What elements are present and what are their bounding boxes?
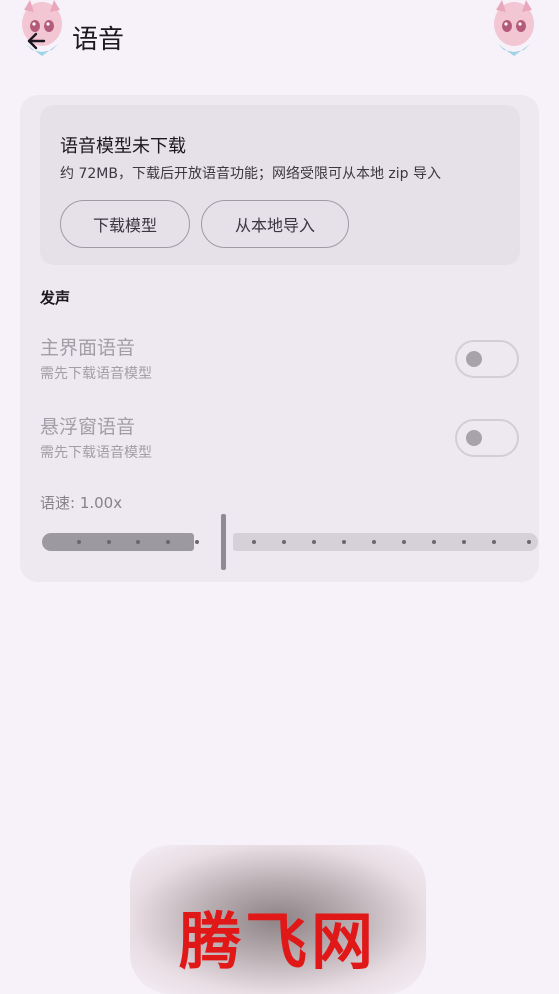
- section-label-voice: 发声: [40, 289, 71, 307]
- slider-tick-inactive: [527, 540, 531, 544]
- slider-tick-inactive: [372, 540, 376, 544]
- slider-tick-inactive: [282, 540, 286, 544]
- download-model-button[interactable]: 下载模型: [60, 200, 190, 248]
- slider-tick-active: [195, 540, 199, 544]
- main-voice-toggle[interactable]: [455, 340, 519, 378]
- page-title: 语音: [72, 25, 125, 55]
- model-download-panel: 语音模型未下载 约 72MB，下载后开放语音功能；网络受限可从本地 zip 导入…: [40, 105, 520, 265]
- model-status-description: 约 72MB，下载后开放语音功能；网络受限可从本地 zip 导入: [60, 166, 441, 182]
- slider-tick-inactive: [342, 540, 346, 544]
- slider-tick-active: [166, 540, 170, 544]
- setting-title: 主界面语音: [40, 337, 136, 359]
- slider-tick-inactive: [252, 540, 256, 544]
- slider-tick-inactive: [312, 540, 316, 544]
- slider-tick-inactive: [462, 540, 466, 544]
- import-local-button[interactable]: 从本地导入: [201, 200, 349, 248]
- slider-active-track: [42, 533, 194, 551]
- setting-title: 悬浮窗语音: [40, 416, 136, 438]
- slider-tick-inactive: [402, 540, 406, 544]
- speech-speed-slider[interactable]: [40, 513, 538, 573]
- arrow-left-icon: [27, 32, 46, 50]
- slider-thumb[interactable]: [221, 514, 226, 570]
- slider-tick-active: [136, 540, 140, 544]
- voice-settings-card: 语音模型未下载 约 72MB，下载后开放语音功能；网络受限可从本地 zip 导入…: [20, 95, 539, 582]
- setting-subtitle: 需先下载语音模型: [40, 366, 152, 382]
- site-watermark: 腾飞网: [130, 845, 426, 994]
- floating-voice-toggle[interactable]: [455, 419, 519, 457]
- toggle-knob: [466, 430, 482, 446]
- slider-tick-active: [77, 540, 81, 544]
- slider-tick-inactive: [492, 540, 496, 544]
- toggle-knob: [466, 351, 482, 367]
- speech-speed-label: 语速: 1.00x: [40, 494, 123, 512]
- model-status-title: 语音模型未下载: [60, 136, 186, 157]
- slider-tick-active: [107, 540, 111, 544]
- setting-subtitle: 需先下载语音模型: [40, 445, 152, 461]
- watermark-text: 腾飞网: [178, 905, 377, 978]
- top-app-bar: 语音: [0, 0, 559, 84]
- back-button[interactable]: [20, 26, 50, 56]
- slider-tick-inactive: [432, 540, 436, 544]
